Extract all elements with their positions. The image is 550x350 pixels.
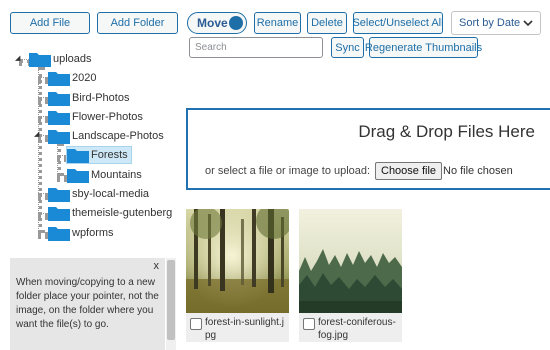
sort-select-value: Sort by Date — [459, 17, 521, 29]
file-checkbox[interactable] — [190, 318, 202, 330]
folder-icon — [48, 128, 70, 144]
add-folder-button[interactable]: Add Folder — [97, 12, 178, 34]
file-checkbox[interactable] — [303, 318, 315, 330]
folder-label: wpforms — [72, 227, 114, 239]
scrollbar-thumb[interactable] — [167, 260, 175, 340]
folder-uploads[interactable]: uploads — [29, 50, 92, 68]
folder-sby-local-media[interactable]: sby-local-media — [48, 185, 149, 203]
folder-landscape-photos[interactable]: Landscape-Photos — [48, 127, 164, 145]
choose-file-button[interactable]: Choose file — [375, 162, 443, 180]
move-toggle-label: Move — [197, 16, 228, 30]
folder-label: Bird-Photos — [72, 92, 130, 104]
move-toggle[interactable]: Move — [187, 12, 247, 34]
drop-zone-title: Drag & Drop Files Here — [358, 122, 535, 141]
tip-text: When moving/copying to a new folder plac… — [16, 277, 159, 330]
collapse-toggle-icon[interactable]: ◢ — [15, 54, 20, 62]
folder-label: Flower-Photos — [72, 111, 143, 123]
rename-button[interactable]: Rename — [254, 12, 301, 34]
folder-label: Landscape-Photos — [72, 130, 164, 142]
folder-icon — [48, 70, 70, 86]
file-thumbnail[interactable]: forest-coniferous-fog.jpg — [299, 209, 402, 342]
tree-line — [38, 67, 42, 233]
file-name: forest-in-sunlight.jpg — [205, 317, 284, 341]
folder-icon — [48, 225, 70, 241]
folder-label: Mountains — [91, 169, 142, 181]
folder-icon — [48, 90, 70, 106]
tree-line — [38, 116, 48, 120]
file-name: forest-coniferous-fog.jpg — [318, 317, 396, 341]
folder-label: 2020 — [72, 72, 97, 84]
folder-themeisle-gutenberg[interactable]: themeisle-gutenberg — [48, 204, 172, 222]
forest-sunlight-image[interactable] — [186, 209, 289, 313]
scrollbar[interactable] — [166, 258, 176, 350]
coniferous-fog-image[interactable] — [299, 209, 402, 313]
tree-line — [38, 77, 48, 81]
toggle-knob — [229, 16, 243, 30]
collapse-toggle-icon[interactable]: ◢ — [34, 130, 39, 138]
drop-zone-subtitle: or select a file or image to upload: — [205, 165, 371, 177]
tree-line — [38, 135, 48, 139]
folder-label: themeisle-gutenberg — [72, 207, 173, 219]
folder-flower-photos[interactable]: Flower-Photos — [48, 108, 143, 126]
sort-select[interactable]: Sort by Date — [451, 11, 541, 35]
folder-icon — [48, 205, 70, 221]
regenerate-thumbnails-button[interactable]: Regenerate Thumbnails — [365, 37, 482, 58]
folder-label: sby-local-media — [72, 188, 150, 200]
chevron-down-icon — [523, 20, 533, 27]
file-status: No file chosen — [443, 165, 513, 177]
folder-forests[interactable]: Forests — [66, 146, 132, 164]
folder-label: uploads — [53, 53, 92, 65]
tree-line — [57, 143, 61, 176]
drop-zone[interactable]: Drag & Drop Files Here or select a file … — [186, 108, 550, 190]
tree-line — [38, 232, 48, 236]
search-input[interactable] — [189, 37, 323, 58]
select-unselect-all-button[interactable]: Select/Unselect All — [352, 12, 444, 34]
folder-bird-photos[interactable]: Bird-Photos — [48, 89, 129, 107]
tip-box: x When moving/copying to a new folder pl… — [10, 258, 165, 350]
folder-label: Forests — [91, 149, 128, 161]
folder-icon — [29, 51, 51, 67]
folder-icon — [48, 109, 70, 125]
folder-icon — [48, 186, 70, 202]
folder-mountains[interactable]: Mountains — [67, 166, 142, 184]
close-icon[interactable]: x — [154, 260, 160, 272]
tree-line — [38, 213, 48, 217]
delete-button[interactable]: Delete — [307, 12, 347, 34]
tree-line — [57, 175, 67, 179]
sync-button[interactable]: Sync — [331, 37, 364, 58]
tree-line — [38, 193, 48, 197]
tree-line — [38, 97, 48, 101]
folder-2020[interactable]: 2020 — [48, 69, 96, 87]
add-file-button[interactable]: Add File — [10, 12, 90, 34]
folder-icon — [67, 147, 89, 163]
folder-wpforms[interactable]: wpforms — [48, 224, 114, 242]
file-thumbnail[interactable]: forest-in-sunlight.jpg — [186, 209, 289, 342]
folder-icon — [67, 167, 89, 183]
